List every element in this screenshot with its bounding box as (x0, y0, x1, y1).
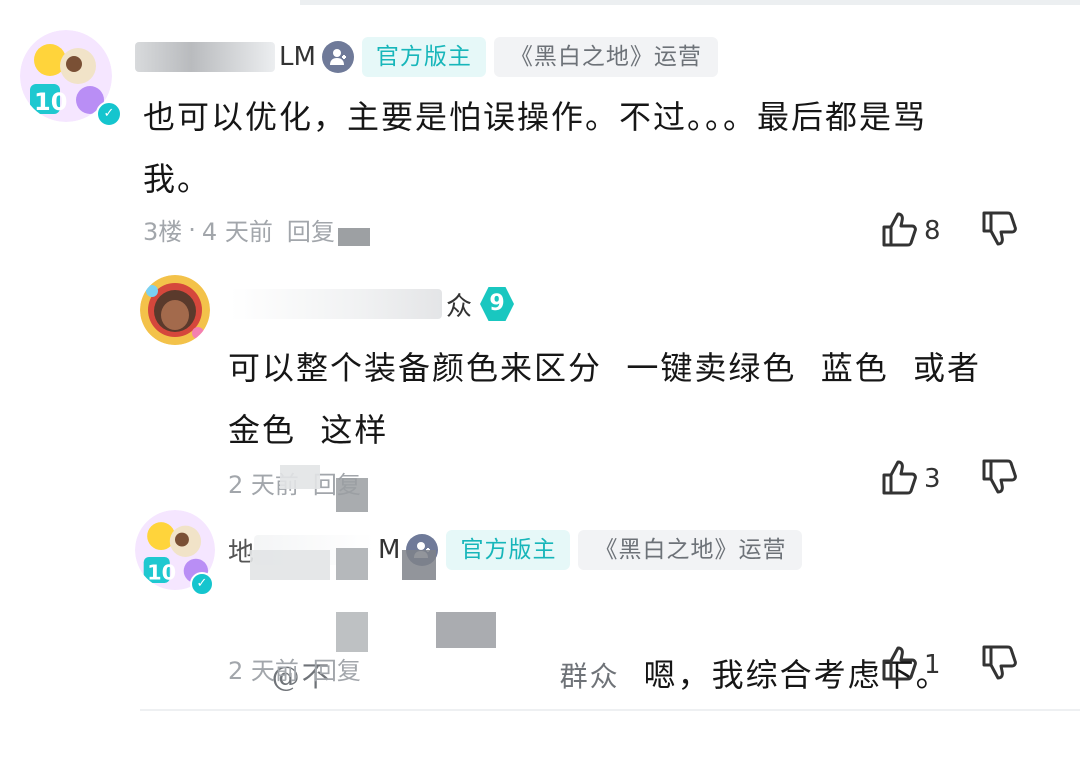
comment-meta: 2 天前 回复 (228, 651, 361, 686)
bottom-divider (140, 709, 1080, 711)
comment-header: LM 官方版主 《黑白之地》运营 (135, 37, 718, 77)
username-tail[interactable]: 众 (446, 286, 472, 323)
username-tail[interactable]: LM (279, 42, 316, 72)
like-count: 1 (924, 650, 941, 680)
vote-actions: 1 (880, 643, 1020, 687)
reply-button[interactable]: 回复 (287, 212, 335, 247)
redaction-patch (436, 612, 496, 648)
dislike-button[interactable] (980, 209, 1020, 253)
like-button[interactable]: 3 (880, 457, 954, 501)
timestamp: 2 天前 (228, 657, 299, 685)
reply-button[interactable]: 回复 (313, 651, 361, 686)
avatar[interactable] (140, 275, 210, 345)
mention-link-tail[interactable]: 群众 (560, 660, 620, 693)
floor-number: 3楼 (143, 218, 183, 246)
username-blurred[interactable] (230, 289, 442, 319)
level-badge: 9 (480, 287, 515, 321)
thumbs-down-icon (980, 645, 1020, 687)
thumbs-down-icon (980, 459, 1020, 501)
comment-text: 可以整个装备颜色来区分 一键卖绿色 蓝色 或者 金色 这样 (228, 349, 982, 449)
thumbs-up-icon (880, 209, 920, 253)
redaction-patch (336, 548, 368, 580)
like-button[interactable]: 1 (880, 643, 954, 687)
redaction-patch (336, 478, 368, 512)
redaction-patch (280, 465, 320, 489)
thumbs-up-icon (880, 457, 920, 501)
like-button[interactable]: 8 (880, 209, 954, 253)
like-count: 3 (924, 464, 941, 494)
redaction-patch (402, 550, 436, 580)
top-divider (300, 0, 1080, 5)
comment-text: 也可以优化，主要是怕误操作。不过。。。最后都是骂 我。 (143, 98, 928, 198)
operator-badge: 《黑白之地》运营 (578, 530, 803, 570)
separator-dot: · (188, 215, 196, 244)
redaction-patch (338, 228, 370, 246)
operator-badge: 《黑白之地》运营 (493, 37, 718, 77)
redaction-patch (250, 550, 330, 580)
verified-icon: ✓ (190, 572, 214, 596)
username-tail[interactable]: M (378, 535, 400, 565)
dislike-button[interactable] (980, 457, 1020, 501)
comment-header: 众 9 (230, 284, 515, 324)
moderator-person-icon (321, 41, 354, 73)
dislike-button[interactable] (980, 643, 1020, 687)
comment-meta: 3楼 · 4 天前 回复 (143, 212, 335, 247)
moderator-badge: 官方版主 (361, 37, 486, 77)
thumbs-down-icon (980, 211, 1020, 253)
redaction-patch (336, 612, 368, 652)
svg-text:10: 10 (34, 88, 67, 116)
moderator-badge: 官方版主 (446, 530, 571, 570)
like-count: 8 (924, 216, 941, 246)
vote-actions: 8 (880, 209, 1020, 253)
timestamp: 4 天前 (201, 218, 273, 246)
svg-text:10: 10 (147, 561, 176, 585)
thumbs-up-icon (880, 643, 920, 687)
vote-actions: 3 (880, 457, 1020, 501)
username-blurred[interactable] (135, 42, 275, 72)
verified-icon: ✓ (96, 101, 122, 127)
